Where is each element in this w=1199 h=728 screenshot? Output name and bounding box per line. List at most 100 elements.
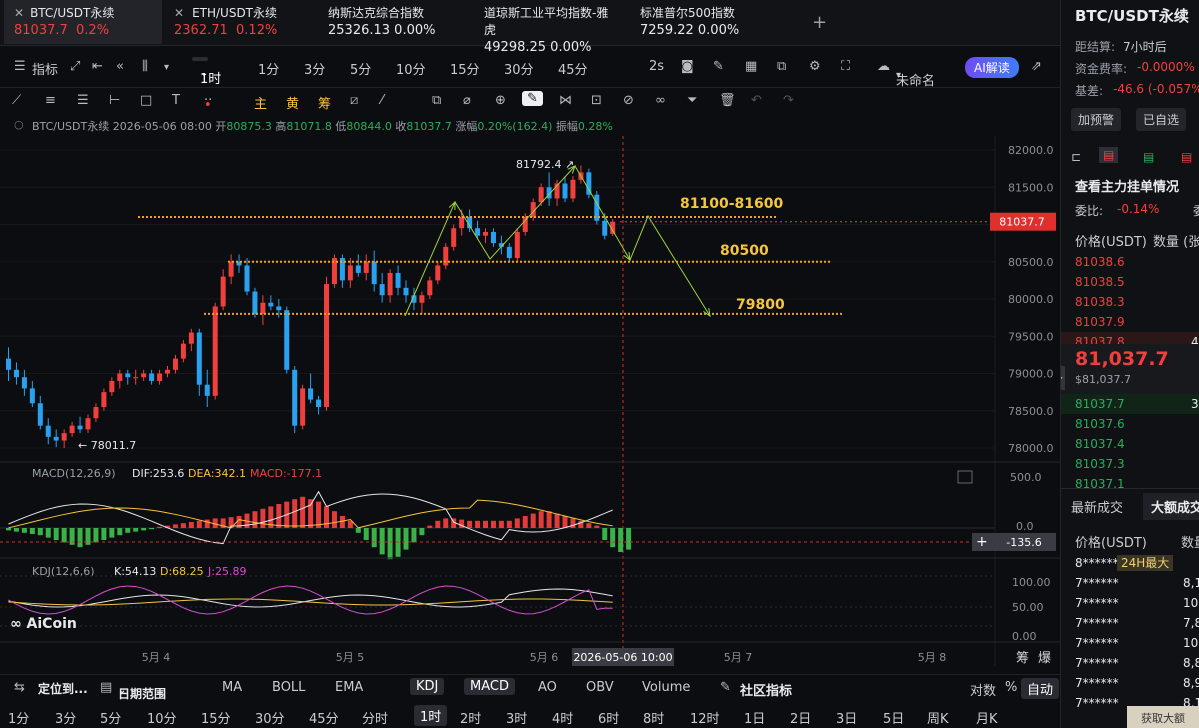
bottom-interval-11[interactable]: 4时 xyxy=(552,708,573,727)
compare-icon[interactable]: ⧉ xyxy=(777,59,786,74)
ask-row[interactable]: 81038.3 xyxy=(1061,292,1199,312)
collapse-handle[interactable]: ▸ xyxy=(1061,366,1065,390)
hline-icon[interactable]: ⊢ xyxy=(109,93,120,108)
locate-button[interactable]: 定位到... xyxy=(38,680,88,697)
interval-1m[interactable]: 1分 xyxy=(258,59,279,78)
bid-row[interactable]: 81037.6 xyxy=(1061,414,1199,434)
tab-big-trades[interactable]: 大额成交 xyxy=(1143,493,1199,520)
bottom-interval-13[interactable]: 8时 xyxy=(643,708,664,727)
camera-icon[interactable]: ◙ xyxy=(681,59,694,74)
horizontal-lines-icon[interactable]: ☰ xyxy=(77,93,89,108)
indicator-kdj[interactable]: KDJ xyxy=(410,678,445,695)
lock-icon[interactable]: ⊡ xyxy=(591,93,602,108)
interval-3m[interactable]: 3分 xyxy=(304,59,325,78)
bottom-interval-0[interactable]: 1分 xyxy=(8,708,29,727)
interval-10m[interactable]: 10分 xyxy=(396,59,426,78)
indicator-boll[interactable]: BOLL xyxy=(272,680,305,695)
redo-icon[interactable]: ↷ xyxy=(783,93,794,108)
expand-icon[interactable]: ⤢ xyxy=(70,59,80,74)
bottom-interval-20[interactable]: 月K xyxy=(976,708,998,727)
pattern-icon[interactable]: ⧄ xyxy=(350,93,358,108)
orderbook-title[interactable]: 查看主力挂单情况 xyxy=(1075,176,1179,195)
ask-row[interactable]: 81037.9 xyxy=(1061,312,1199,332)
rewind-icon[interactable]: « xyxy=(116,59,124,74)
calendar-icon[interactable]: ▤ xyxy=(100,680,112,695)
bottom-interval-5[interactable]: 30分 xyxy=(255,708,285,727)
fullscreen-icon[interactable]: ⛶ xyxy=(841,59,850,74)
community-icon[interactable]: ✎ xyxy=(720,680,731,695)
bottom-interval-15[interactable]: 1日 xyxy=(744,708,765,727)
undo-icon[interactable]: ↶ xyxy=(751,93,762,108)
bottom-interval-14[interactable]: 12时 xyxy=(690,708,720,727)
delete-icon[interactable]: 🗑 xyxy=(719,93,736,108)
bottom-interval-4[interactable]: 15分 xyxy=(201,708,231,727)
interval-2s[interactable]: 2s xyxy=(649,59,664,74)
bottom-interval-12[interactable]: 6时 xyxy=(598,708,619,727)
brush-icon[interactable]: ✎ xyxy=(522,91,543,106)
ticker-tab-btc[interactable]: ✕ BTC/USDT永续 81037.7 0.2% xyxy=(4,0,162,44)
parallel-lines-icon[interactable]: ≡ xyxy=(45,93,56,108)
rectangle-icon[interactable]: □ xyxy=(140,93,152,108)
ask-row[interactable]: 81038.5 xyxy=(1061,272,1199,292)
menu-icon[interactable]: ☰ xyxy=(14,59,26,74)
book-layout-icon[interactable]: ⊏ xyxy=(1071,150,1081,164)
ticker-tab-sp500[interactable]: 标准普尔500指数 7259.22 0.00% xyxy=(630,0,780,44)
indicator-obv[interactable]: OBV xyxy=(586,680,614,695)
bottom-interval-18[interactable]: 5日 xyxy=(883,708,904,727)
chart-canvas[interactable]: 82000.081500.081000.080500.080000.079500… xyxy=(0,136,1060,666)
indicator-ema[interactable]: EMA xyxy=(335,680,363,695)
settings-icon[interactable]: ⚙ xyxy=(809,59,821,74)
add-tab-button[interactable]: + xyxy=(812,12,827,33)
close-icon[interactable]: ✕ xyxy=(174,6,184,20)
interval-select[interactable]: 1时 ⌄ xyxy=(192,57,221,87)
huang-tool[interactable]: 黄 xyxy=(286,93,299,112)
bottom-interval-19[interactable]: 周K xyxy=(927,708,949,727)
trendline-icon[interactable]: ⟋ xyxy=(12,93,21,108)
chou-tool[interactable]: 筹 xyxy=(318,93,331,112)
bars-icon[interactable]: ⫼ xyxy=(142,59,148,74)
indicators-button[interactable]: 指标 xyxy=(32,59,58,78)
cloud-icon[interactable]: ☁ xyxy=(877,59,890,74)
filter-icon[interactable]: ⏷ xyxy=(687,93,697,108)
bid-row[interactable]: 81037.7 3 xyxy=(1061,394,1199,414)
bid-row[interactable]: 81037.4 xyxy=(1061,434,1199,454)
link-icon[interactable]: ∞ xyxy=(655,93,666,108)
ticker-tab-eth[interactable]: ✕ ETH/USDT永续 2362.71 0.12% xyxy=(164,0,314,44)
zoom-in-icon[interactable]: ⊕ xyxy=(495,93,506,108)
magnet-icon[interactable]: ⋈ xyxy=(559,93,572,108)
log-toggle[interactable]: 对数 xyxy=(970,680,996,699)
ask-row[interactable]: 81038.6 xyxy=(1061,252,1199,272)
edit-icon[interactable]: ✎ xyxy=(713,59,724,74)
bottom-interval-2[interactable]: 5分 xyxy=(100,708,121,727)
locate-icon[interactable]: ⇆ xyxy=(14,680,25,695)
community-indicators[interactable]: 社区指标 xyxy=(740,680,792,699)
book-asks-icon[interactable]: ▤ xyxy=(1181,150,1192,164)
indicator-ma[interactable]: MA xyxy=(222,680,242,695)
bottom-interval-17[interactable]: 3日 xyxy=(836,708,857,727)
bottom-interval-1[interactable]: 3分 xyxy=(55,708,76,727)
back-icon[interactable]: ⇤ xyxy=(92,59,103,74)
main-tool[interactable]: 主 xyxy=(254,93,267,112)
price-chart[interactable]: 82000.081500.081000.080500.080000.079500… xyxy=(0,136,1060,666)
close-icon[interactable]: ✕ xyxy=(14,6,24,20)
percent-toggle[interactable]: % xyxy=(1005,680,1017,695)
bid-row[interactable]: 81037.3 xyxy=(1061,454,1199,474)
bottom-interval-7[interactable]: 分时 xyxy=(362,708,388,727)
ticker-tab-nasdaq[interactable]: 纳斯达克综合指数 25326.13 0.00% xyxy=(318,0,468,44)
bottom-interval-3[interactable]: 10分 xyxy=(147,708,177,727)
tab-latest-trades[interactable]: 最新成交 xyxy=(1071,497,1123,516)
copy-icon[interactable]: ⧉ xyxy=(432,93,441,108)
interval-45m[interactable]: 45分 xyxy=(558,59,588,78)
indicator-volume[interactable]: Volume xyxy=(642,680,690,695)
bottom-interval-8[interactable]: 1时 xyxy=(414,705,448,726)
add-alert-button[interactable]: 加预警 xyxy=(1071,108,1122,131)
book-bids-icon[interactable]: ▤ xyxy=(1143,150,1154,164)
chevron-down-icon[interactable]: ▾ xyxy=(164,62,169,73)
interval-15m[interactable]: 15分 xyxy=(450,59,480,78)
bottom-interval-10[interactable]: 3时 xyxy=(506,708,527,727)
indicator-macd[interactable]: MACD xyxy=(464,678,515,695)
dots-more-icon[interactable]: • ·· xyxy=(204,93,212,113)
interval-5m[interactable]: 5分 xyxy=(350,59,371,78)
hide-icon[interactable]: ⊘ xyxy=(623,93,634,108)
ai-interpret-button[interactable]: AI解读 xyxy=(965,57,1019,78)
